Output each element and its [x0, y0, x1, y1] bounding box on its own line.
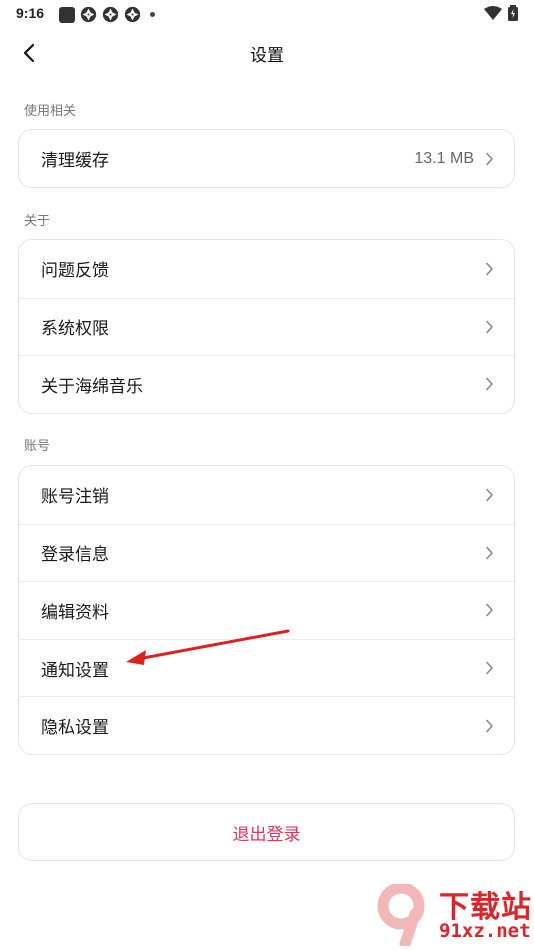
- row-label: 账号注销: [41, 487, 109, 508]
- nav-bar: 设置: [0, 30, 534, 76]
- logout-label: 退出登录: [232, 824, 301, 845]
- about-app-row[interactable]: 关于海绵音乐: [19, 355, 514, 413]
- chevron-right-icon: [486, 604, 493, 617]
- edit-profile-row[interactable]: 编辑资料: [19, 581, 514, 639]
- row-label: 系统权限: [41, 319, 109, 340]
- row-label: 编辑资料: [41, 602, 109, 623]
- about-card: 问题反馈 系统权限 关于海绵音乐: [18, 239, 515, 414]
- aperture-icon: [80, 6, 97, 23]
- more-notifications-dot: [150, 12, 155, 17]
- system-icons: [484, 5, 518, 21]
- chevron-right-icon: [486, 488, 493, 502]
- section-label-usage: 使用相关: [24, 104, 77, 119]
- system-permissions-row[interactable]: 系统权限: [19, 297, 514, 356]
- clear-cache-row[interactable]: 清理缓存 13.1 MB: [19, 130, 514, 187]
- row-label: 登录信息: [41, 545, 109, 566]
- row-label: 通知设置: [41, 660, 109, 681]
- account-deletion-row[interactable]: 账号注销: [19, 466, 514, 524]
- page-title: 设置: [250, 46, 284, 66]
- chevron-right-icon: [486, 719, 493, 732]
- chevron-right-icon: [486, 661, 493, 675]
- watermark-logo-icon: [377, 884, 425, 946]
- chevron-right-icon: [486, 546, 493, 560]
- battery-icon: [508, 5, 518, 21]
- account-card: 账号注销 登录信息 编辑资料 通知设置 隐私设置: [18, 465, 515, 755]
- row-label: 问题反馈: [41, 261, 109, 282]
- row-label: 清理缓存: [41, 151, 109, 171]
- row-label: 关于海绵音乐: [41, 376, 143, 397]
- app-notification-icon: [59, 6, 75, 23]
- aperture-icon: [102, 6, 119, 23]
- notification-icons: [59, 6, 155, 23]
- watermark: 下载站 91xz.net: [369, 880, 534, 950]
- section-label-account: 账号: [24, 439, 51, 454]
- feedback-row[interactable]: 问题反馈: [19, 240, 514, 298]
- chevron-right-icon: [486, 262, 493, 276]
- usage-card: 清理缓存 13.1 MB: [18, 129, 515, 188]
- section-label-about: 关于: [24, 214, 51, 229]
- chevron-right-icon: [486, 152, 493, 165]
- row-label: 隐私设置: [41, 718, 109, 739]
- cache-size-value: 13.1 MB: [414, 149, 474, 167]
- logout-button[interactable]: 退出登录: [18, 803, 515, 861]
- chevron-right-icon: [486, 320, 493, 334]
- status-bar: 9:16: [0, 0, 534, 30]
- status-time: 9:16: [16, 5, 45, 21]
- watermark-bottom-text: 91xz.net: [439, 920, 531, 942]
- notification-settings-row[interactable]: 通知设置: [19, 638, 514, 697]
- aperture-icon: [124, 6, 141, 23]
- privacy-settings-row[interactable]: 隐私设置: [19, 696, 514, 754]
- wifi-icon: [484, 6, 502, 20]
- login-info-row[interactable]: 登录信息: [19, 523, 514, 582]
- chevron-right-icon: [486, 378, 493, 391]
